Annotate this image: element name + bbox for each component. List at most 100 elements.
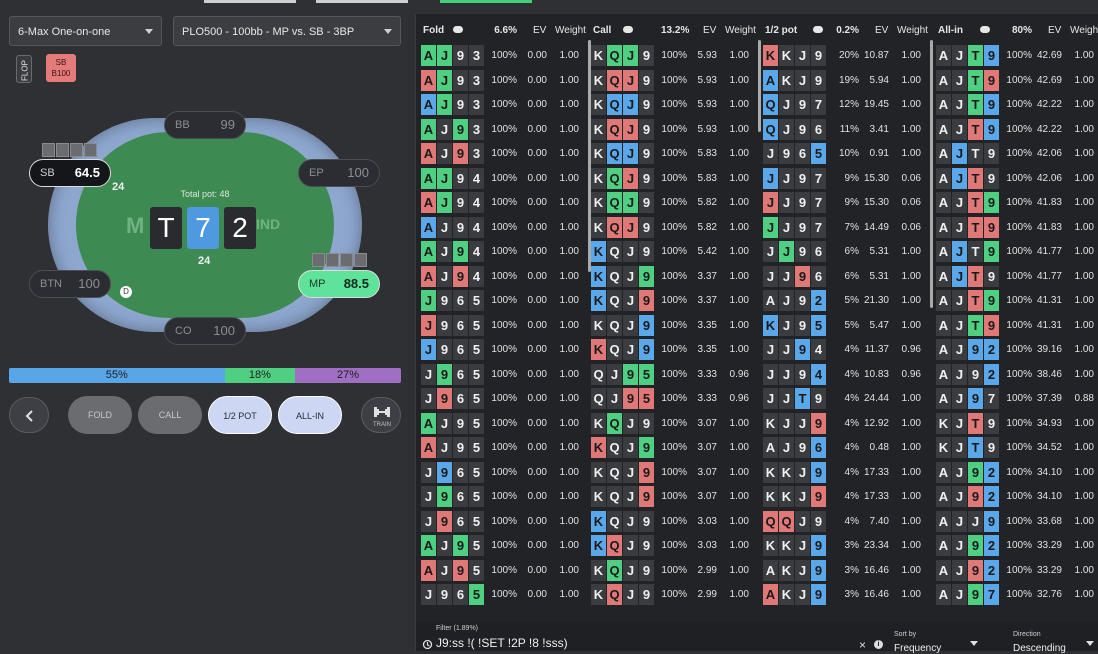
hand-row[interactable]: A J 9 5 100% 0.00 1.00 xyxy=(421,437,589,458)
hand-row[interactable]: K Q J 9 100% 5.42 1.00 xyxy=(591,241,759,262)
hand-row[interactable]: K Q J 9 100% 5.93 1.00 xyxy=(591,69,759,91)
hand-row[interactable]: K Q J 9 100% 3.35 1.00 xyxy=(591,314,759,336)
hand-row[interactable]: A J 9 2 100% 39.16 1.00 xyxy=(936,339,1098,360)
hand-row[interactable]: K K J 9 20% 10.87 1.00 xyxy=(763,45,931,66)
hand-row[interactable]: A J 9 5 100% 0.00 1.00 xyxy=(421,412,589,434)
hand-row[interactable]: J 9 6 5 100% 0.00 1.00 xyxy=(421,510,589,532)
hand-row[interactable]: K Q J 9 100% 5.83 1.00 xyxy=(591,167,759,189)
seat-bb[interactable]: BB 99 xyxy=(164,111,246,139)
hand-row[interactable]: K Q J 9 100% 5.82 1.00 xyxy=(591,192,759,213)
hand-row[interactable]: J J T 9 4% 24.44 1.00 xyxy=(763,388,931,409)
hand-row[interactable]: A J T 9 100% 42.22 1.00 xyxy=(936,118,1098,140)
hand-row[interactable]: K Q J 9 100% 3.03 1.00 xyxy=(591,510,759,532)
call-button[interactable]: CALL xyxy=(138,396,202,434)
train-button[interactable]: TRAIN xyxy=(361,397,401,433)
hand-row[interactable]: A J 9 7 100% 32.76 1.00 xyxy=(936,584,1098,605)
hand-row[interactable]: A J T 9 100% 41.31 1.00 xyxy=(936,314,1098,336)
hand-row[interactable]: A J 9 2 100% 38.46 1.00 xyxy=(936,363,1098,385)
hand-row[interactable]: A J 9 3 100% 0.00 1.00 xyxy=(421,143,589,164)
hand-row[interactable]: A J T 9 100% 42.06 1.00 xyxy=(936,143,1098,164)
game-type-dropdown[interactable]: 6-Max One-on-one xyxy=(9,16,162,46)
hand-row[interactable]: J J 9 7 9% 15.30 0.06 xyxy=(763,192,931,213)
cloud-download-icon[interactable] xyxy=(813,26,823,33)
hand-row[interactable]: K K J 9 3% 23.34 1.00 xyxy=(763,535,931,556)
hand-row[interactable]: A J 9 3 100% 0.00 1.00 xyxy=(421,94,589,115)
hand-row[interactable]: K J J 9 4% 12.92 1.00 xyxy=(763,412,931,434)
hand-row[interactable]: A J T 9 100% 42.22 1.00 xyxy=(936,94,1098,115)
hand-row[interactable]: J J 9 6 6% 5.31 1.00 xyxy=(763,265,931,287)
hand-row[interactable]: A J 9 4 100% 0.00 1.00 xyxy=(421,241,589,262)
hand-row[interactable]: A J 9 7 100% 37.39 0.88 xyxy=(936,388,1098,409)
hand-row[interactable]: A J T 9 100% 41.31 1.00 xyxy=(936,290,1098,311)
hand-row[interactable]: A J T 9 100% 41.77 1.00 xyxy=(936,265,1098,287)
hand-row[interactable]: A J T 9 100% 41.77 1.00 xyxy=(936,241,1098,262)
seat-sb[interactable]: SB 64.5 xyxy=(29,159,111,187)
hand-row[interactable]: K J T 9 100% 34.93 1.00 xyxy=(936,412,1098,434)
hand-row[interactable]: A J 9 4 100% 0.00 1.00 xyxy=(421,265,589,287)
seat-mp[interactable]: MP 88.5 xyxy=(298,270,380,298)
hand-row[interactable]: J J 9 7 9% 15.30 0.06 xyxy=(763,167,931,189)
hand-row[interactable]: A J T 9 100% 41.83 1.00 xyxy=(936,216,1098,238)
hand-row[interactable]: A J 9 2 100% 33.29 1.00 xyxy=(936,559,1098,581)
hand-row[interactable]: K Q J 9 100% 5.82 1.00 xyxy=(591,216,759,238)
hand-row[interactable]: J 9 6 5 100% 0.00 1.00 xyxy=(421,486,589,507)
hand-row[interactable]: K J T 9 100% 34.52 1.00 xyxy=(936,437,1098,458)
column-header[interactable]: All-in 80% EV Weigh xyxy=(936,25,1098,39)
column-header[interactable]: Call 13.2% EV Weight xyxy=(591,25,759,39)
hand-row[interactable]: J J 9 7 7% 14.49 0.06 xyxy=(763,216,931,238)
hand-row[interactable]: A J 9 6 4% 0.48 1.00 xyxy=(763,437,931,458)
hand-row[interactable]: J 9 6 5 100% 0.00 1.00 xyxy=(421,290,589,311)
half-pot-button[interactable]: 1/2 POT xyxy=(208,396,272,434)
hand-row[interactable]: A J T 9 100% 41.83 1.00 xyxy=(936,192,1098,213)
hand-row[interactable]: K K J 9 4% 17.33 1.00 xyxy=(763,461,931,483)
hand-row[interactable]: A J 9 5 100% 0.00 1.00 xyxy=(421,535,589,556)
column-header[interactable]: 1/2 pot 0.2% EV Weight xyxy=(763,25,931,39)
hand-row[interactable]: K Q J 9 100% 3.07 1.00 xyxy=(591,437,759,458)
hand-row[interactable]: A J 9 4 100% 0.00 1.00 xyxy=(421,216,589,238)
seat-co[interactable]: CO 100 xyxy=(164,317,246,345)
fold-button[interactable]: FOLD xyxy=(68,396,132,434)
column-scrollbar[interactable] xyxy=(758,40,761,132)
seat-btn[interactable]: BTN 100 xyxy=(29,270,111,298)
hand-row[interactable]: A K J 9 19% 5.94 1.00 xyxy=(763,69,931,91)
hand-row[interactable]: J J 9 4 4% 11.37 0.96 xyxy=(763,339,931,360)
cloud-download-icon[interactable] xyxy=(453,26,463,33)
column-scrollbar[interactable] xyxy=(930,40,933,308)
hand-row[interactable]: K K J 9 4% 17.33 1.00 xyxy=(763,486,931,507)
hand-row[interactable]: K Q J 9 100% 3.37 1.00 xyxy=(591,290,759,311)
hand-row[interactable]: J J 9 4 4% 10.83 0.96 xyxy=(763,363,931,385)
hand-row[interactable]: J J 9 6 6% 5.31 1.00 xyxy=(763,241,931,262)
hand-row[interactable]: A J 9 3 100% 0.00 1.00 xyxy=(421,69,589,91)
hand-row[interactable]: A K J 9 3% 16.46 1.00 xyxy=(763,584,931,605)
street-flop-tag[interactable]: FLOP xyxy=(16,55,32,83)
hand-row[interactable]: A J 9 4 100% 0.00 1.00 xyxy=(421,167,589,189)
hand-row[interactable]: J 9 6 5 10% 0.91 1.00 xyxy=(763,143,931,164)
hand-row[interactable]: K Q J 9 100% 2.99 1.00 xyxy=(591,559,759,581)
action-history-sb-tag[interactable]: SB B100 xyxy=(46,54,76,82)
hand-row[interactable]: Q J 9 6 11% 3.41 1.00 xyxy=(763,118,931,140)
hand-row[interactable]: K Q J 9 100% 3.03 1.00 xyxy=(591,535,759,556)
hand-row[interactable]: J 9 6 5 100% 0.00 1.00 xyxy=(421,461,589,483)
hand-row[interactable]: A J 9 4 100% 0.00 1.00 xyxy=(421,192,589,213)
hand-row[interactable]: J 9 6 5 100% 0.00 1.00 xyxy=(421,584,589,605)
hand-row[interactable]: Q J 9 5 100% 3.33 0.96 xyxy=(591,363,759,385)
cloud-download-icon[interactable] xyxy=(623,26,633,33)
spot-dropdown[interactable]: PLO500 - 100bb - MP vs. SB - 3BP xyxy=(173,16,401,46)
hand-row[interactable]: J 9 6 5 100% 0.00 1.00 xyxy=(421,363,589,385)
hand-row[interactable]: A J T 9 100% 42.69 1.00 xyxy=(936,69,1098,91)
hand-row[interactable]: J 9 6 5 100% 0.00 1.00 xyxy=(421,339,589,360)
hand-row[interactable]: K Q J 9 100% 5.93 1.00 xyxy=(591,45,759,66)
cloud-download-icon[interactable] xyxy=(980,26,990,33)
clear-filter-icon[interactable]: × xyxy=(859,638,866,652)
hand-row[interactable]: Q J 9 7 12% 19.45 1.00 xyxy=(763,94,931,115)
info-icon[interactable]: i xyxy=(874,640,883,649)
hand-row[interactable]: K Q J 9 100% 3.35 1.00 xyxy=(591,339,759,360)
hand-row[interactable]: K Q J 9 100% 5.83 1.00 xyxy=(591,143,759,164)
all-in-button[interactable]: ALL-IN xyxy=(278,396,342,434)
history-icon[interactable] xyxy=(422,639,433,650)
hand-row[interactable]: A J 9 3 100% 0.00 1.00 xyxy=(421,118,589,140)
hand-row[interactable]: A J 9 2 5% 21.30 1.00 xyxy=(763,290,931,311)
hand-row[interactable]: K Q J 9 100% 3.07 1.00 xyxy=(591,412,759,434)
hand-row[interactable]: A J T 9 100% 42.06 1.00 xyxy=(936,167,1098,189)
hand-row[interactable]: K Q J 9 100% 3.37 1.00 xyxy=(591,265,759,287)
